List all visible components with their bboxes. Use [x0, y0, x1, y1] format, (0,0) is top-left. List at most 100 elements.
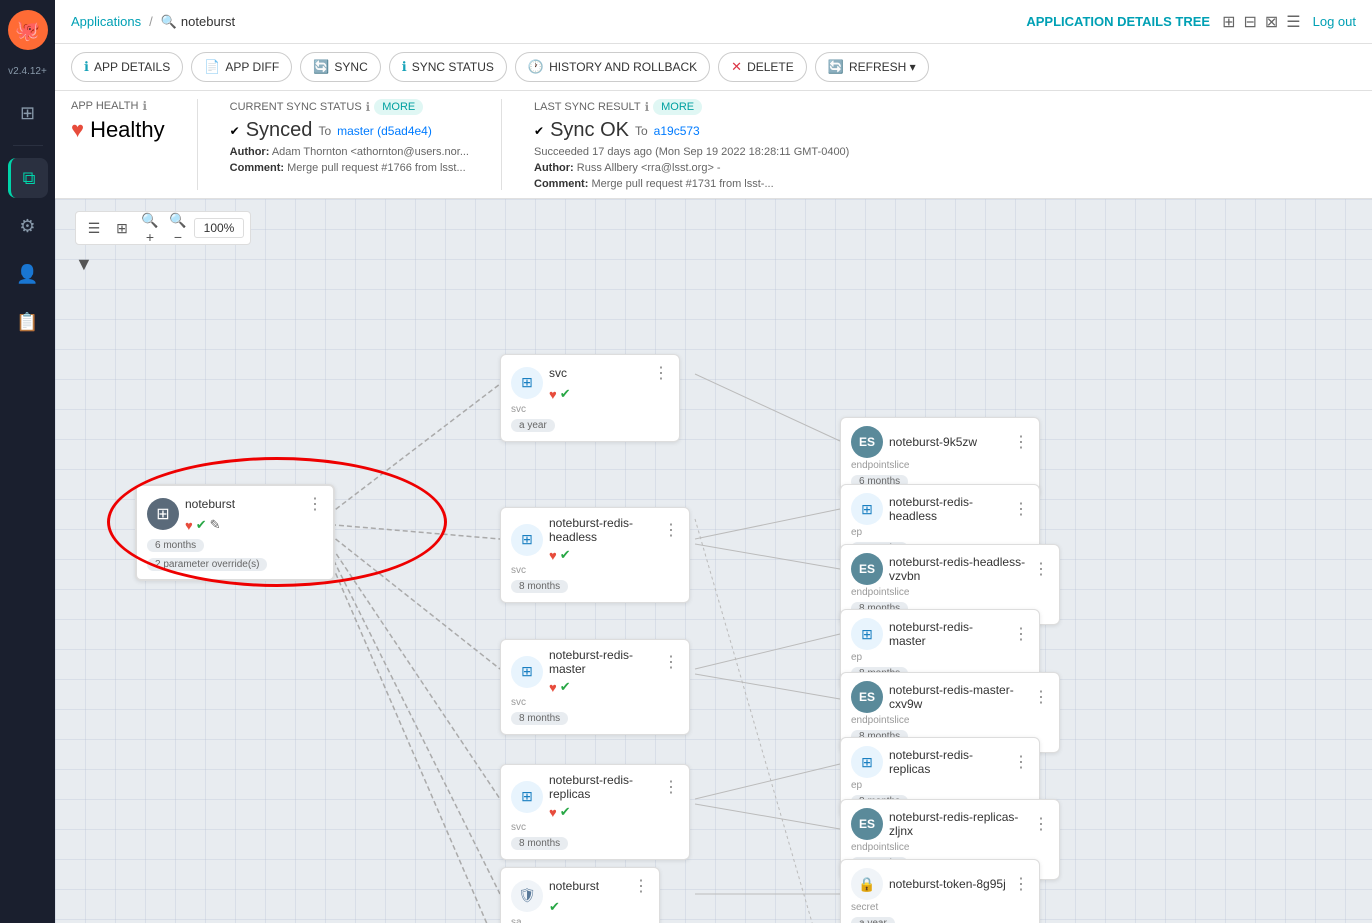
ep-redis-replicas-menu[interactable]: ⋮ — [1013, 752, 1029, 772]
ep-redis-replicas-icon: ⊞ — [851, 746, 883, 778]
ep-redis-master-type: ep — [851, 652, 1029, 663]
redis-headless-svc-menu[interactable]: ⋮ — [663, 520, 679, 540]
svc-top-menu[interactable]: ⋮ — [653, 363, 669, 383]
separator-2 — [501, 99, 502, 190]
filter-button[interactable]: ▼ — [75, 254, 93, 275]
ep-redis-master-icon: ⊞ — [851, 618, 883, 650]
redis-replicas-type: svc — [511, 822, 679, 833]
redis-master-tag: 8 months — [511, 712, 568, 725]
redis-master-svc-menu[interactable]: ⋮ — [663, 652, 679, 672]
refresh-label: REFRESH ▾ — [849, 60, 916, 74]
fit-screen-button[interactable]: ⊞ — [110, 216, 134, 240]
toolbar: ℹ APP DETAILS 📄 APP DIFF 🔄 SYNC ℹ SYNC S… — [55, 44, 1372, 91]
app-node-icon: ⊞ — [147, 498, 179, 530]
history-icon: 🕐 — [528, 59, 544, 75]
zoom-in-button[interactable]: 🔍+ — [138, 216, 162, 240]
sa-noteburst-menu[interactable]: ⋮ — [633, 876, 649, 896]
current-sync-info-icon[interactable]: ℹ — [366, 100, 371, 114]
view-icons: ⊞ ⊟ ⊠ ☰ — [1222, 12, 1301, 32]
sidebar-item-user[interactable]: 👤 — [8, 254, 48, 294]
last-sync-info-icon[interactable]: ℹ — [645, 100, 650, 114]
ep-replicas-zljnx-menu[interactable]: ⋮ — [1033, 814, 1049, 834]
docs-icon: 📋 — [16, 312, 38, 333]
refresh-button[interactable]: 🔄 REFRESH ▾ — [815, 52, 929, 82]
ep-headless-vzvbn-type: endpointslice — [851, 587, 1049, 598]
redis-headless-svc-title: noteburst-redis-headless — [549, 516, 657, 544]
search-icon: 🔍 — [161, 14, 177, 30]
sync-branch-link[interactable]: master (d5ad4e4) — [337, 124, 432, 138]
zoom-out-button[interactable]: 🔍− — [166, 216, 190, 240]
ep-master-cxv9w-menu[interactable]: ⋮ — [1033, 687, 1049, 707]
layers-icon: ⊞ — [20, 103, 35, 124]
secret-token-menu[interactable]: ⋮ — [1013, 874, 1029, 894]
sidebar-item-layers[interactable]: ⊞ — [8, 93, 48, 133]
ep-replicas-zljnx-title: noteburst-redis-replicas-zljnx — [889, 810, 1027, 838]
history-rollback-label: HISTORY AND ROLLBACK — [549, 60, 697, 74]
app-node-menu[interactable]: ⋮ — [307, 494, 323, 514]
current-app-name: noteburst — [181, 14, 235, 29]
app-node-title: noteburst — [185, 497, 301, 511]
app-details-label: APP DETAILS — [94, 60, 170, 74]
redis-master-check: ✔ — [560, 679, 571, 695]
current-sync-more-button[interactable]: MORE — [374, 99, 423, 115]
sync-button[interactable]: 🔄 SYNC — [300, 52, 381, 82]
toggle-labels-button[interactable]: ☰ — [82, 216, 106, 240]
svc-top-icon: ⊞ — [511, 367, 543, 399]
sync-status-label: SYNC STATUS — [412, 60, 494, 74]
sidebar: 🐙 v2.4.12+ ⊞ ⧉ ⚙ 👤 📋 — [0, 0, 55, 923]
last-sync-more-button[interactable]: MORE — [653, 99, 702, 115]
sync-ok-value: Sync OK — [550, 119, 629, 142]
ep-redis-headless-type: ep — [851, 527, 1029, 538]
ep-headless-vzvbn-menu[interactable]: ⋮ — [1033, 559, 1049, 579]
last-sync-section: LAST SYNC RESULT ℹ MORE ✔ Sync OK To a19… — [534, 99, 849, 190]
app-edit-icon: ✎ — [210, 517, 221, 533]
tree-view-icon[interactable]: ⊞ — [1222, 12, 1235, 32]
breadcrumb-applications[interactable]: Applications — [71, 14, 141, 29]
main-content: Applications / 🔍 noteburst APPLICATION D… — [55, 0, 1372, 923]
sync-status-button[interactable]: ℹ SYNC STATUS — [389, 52, 507, 82]
ep-9k5zw-icon: ES — [851, 426, 883, 458]
app-details-button[interactable]: ℹ APP DETAILS — [71, 52, 183, 82]
delete-label: DELETE — [747, 60, 794, 74]
grid-view-icon[interactable]: ⊟ — [1243, 12, 1256, 32]
sidebar-item-docs[interactable]: 📋 — [8, 302, 48, 342]
network-view-icon[interactable]: ⊠ — [1265, 12, 1278, 32]
svc-top-tag: a year — [511, 419, 555, 432]
list-view-icon[interactable]: ☰ — [1286, 12, 1300, 32]
ep-redis-headless-menu[interactable]: ⋮ — [1013, 499, 1029, 519]
app-diff-button[interactable]: 📄 APP DIFF — [191, 52, 292, 82]
breadcrumb-search: 🔍 noteburst — [161, 14, 235, 30]
delete-button[interactable]: ✕ DELETE — [718, 52, 807, 82]
last-sync-label: LAST SYNC RESULT ℹ MORE — [534, 99, 849, 115]
redis-replicas-svc-title: noteburst-redis-replicas — [549, 773, 657, 801]
sync-check-icon: ✔ — [230, 124, 240, 138]
to-label: To — [318, 124, 331, 138]
ep-replicas-zljnx-icon: ES — [851, 808, 883, 840]
secret-token-title: noteburst-token-8g95j — [889, 877, 1007, 891]
page-title: APPLICATION DETAILS TREE — [1026, 14, 1210, 29]
ep-9k5zw-menu[interactable]: ⋮ — [1013, 432, 1029, 452]
redis-headless-svc-icon: ⊞ — [511, 524, 543, 556]
app-diff-icon: 📄 — [204, 59, 220, 75]
app-tag-params: 2 parameter override(s) — [147, 558, 267, 571]
sync-status-icon: ℹ — [402, 59, 407, 75]
app-health-info-icon[interactable]: ℹ — [142, 99, 147, 113]
sync-ok-icon: ✔ — [534, 124, 544, 138]
redis-headless-tag: 8 months — [511, 580, 568, 593]
gear-icon: ⚙ — [19, 216, 35, 237]
ep-redis-headless-icon: ⊞ — [851, 493, 883, 525]
logout-button[interactable]: Log out — [1313, 14, 1356, 29]
sidebar-item-apps[interactable]: ⧉ — [8, 158, 48, 198]
ep-redis-master-title: noteburst-redis-master — [889, 620, 1007, 648]
ep-redis-master-menu[interactable]: ⋮ — [1013, 624, 1029, 644]
history-rollback-button[interactable]: 🕐 HISTORY AND ROLLBACK — [515, 52, 710, 82]
separator-1 — [197, 99, 198, 190]
ep-master-cxv9w-icon: ES — [851, 681, 883, 713]
sa-noteburst-title: noteburst — [549, 879, 627, 893]
redis-replicas-svc-menu[interactable]: ⋮ — [663, 777, 679, 797]
last-sync-commit-link[interactable]: a19c573 — [654, 124, 700, 138]
sync-icon: 🔄 — [313, 59, 329, 75]
sidebar-item-settings[interactable]: ⚙ — [8, 206, 48, 246]
sa-noteburst-icon: 🛡 — [511, 880, 543, 912]
breadcrumb: Applications / 🔍 noteburst — [71, 14, 235, 30]
